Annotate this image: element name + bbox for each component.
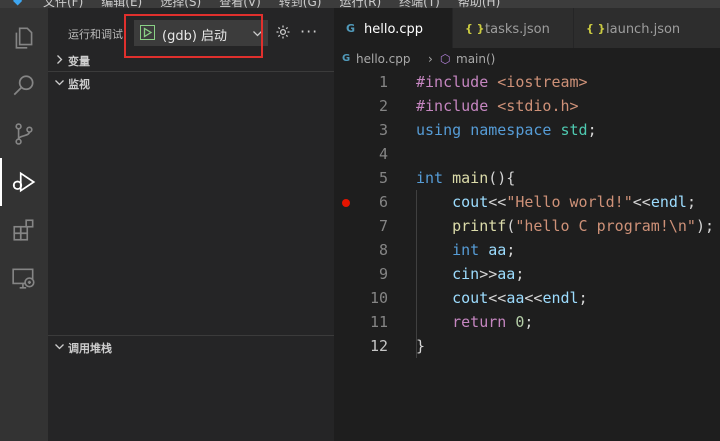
call-stack-section-header[interactable]: 调用堆栈 <box>48 335 334 358</box>
source-control-icon[interactable] <box>0 110 48 158</box>
line-number: 4 <box>378 145 388 163</box>
code-text: int main(){ <box>416 169 516 187</box>
menu-items: 文件(F) 编辑(E) 选择(S) 查看(V) 转到(G) 运行(R) 终端(T… <box>43 0 500 8</box>
code-text: cin>>aa; <box>452 265 525 283</box>
breadcrumb-separator-icon: › <box>428 52 433 66</box>
watch-section-label: 监视 <box>68 78 90 91</box>
json-file-icon: { } <box>586 22 606 35</box>
line-number: 10 <box>369 289 388 307</box>
search-icon[interactable] <box>0 62 48 110</box>
code-text: #include <stdio.h> <box>416 97 579 115</box>
explorer-icon[interactable] <box>0 14 48 62</box>
code-text: printf("hello C program!\n"); <box>452 217 715 235</box>
code-line: 4 <box>334 142 720 166</box>
tab-label: launch.json <box>606 22 681 37</box>
more-actions-icon[interactable]: ··· <box>300 22 318 41</box>
activity-bar <box>0 8 48 441</box>
code-line: 10 cout<<aa<<endl; <box>334 286 720 310</box>
editor-area: G hello.cpp { } tasks.json { } launch.js… <box>334 8 720 441</box>
code-line: 11 return 0; <box>334 310 720 334</box>
line-number: 7 <box>378 217 388 235</box>
code-line: 2 #include <stdio.h> <box>334 94 720 118</box>
code-line: 1 #include <iostream> <box>334 70 720 94</box>
line-number: 5 <box>378 169 388 187</box>
menu-terminal[interactable]: 终端(T) <box>399 0 440 8</box>
breadcrumb: G hello.cpp › ⬡ main() <box>334 48 720 70</box>
method-icon: ⬡ <box>440 52 451 66</box>
menu-selection[interactable]: 选择(S) <box>160 0 201 8</box>
code-line: 9 cin>>aa; <box>334 262 720 286</box>
code-line: 7 printf("hello C program!\n"); <box>334 214 720 238</box>
gear-icon[interactable] <box>275 24 291 40</box>
highlight-box <box>124 14 263 58</box>
call-stack-section-label: 调用堆栈 <box>68 342 112 355</box>
chevron-right-icon <box>57 55 63 64</box>
line-number: 1 <box>378 73 388 91</box>
breadcrumb-symbol[interactable]: main() <box>456 52 495 66</box>
line-number: 9 <box>378 265 388 283</box>
run-and-debug-icon[interactable] <box>0 158 48 206</box>
editor-tabs: G hello.cpp { } tasks.json { } launch.js… <box>334 8 720 48</box>
code-text: int aa; <box>452 241 516 259</box>
code-text: } <box>416 337 426 355</box>
line-number: 2 <box>378 97 388 115</box>
breadcrumb-file[interactable]: hello.cpp <box>356 52 410 66</box>
menu-run[interactable]: 运行(R) <box>339 0 381 8</box>
tab-tasks-json[interactable]: { } tasks.json <box>453 8 574 48</box>
line-number: 3 <box>378 121 388 139</box>
menu-help[interactable]: 帮助(H) <box>458 0 500 8</box>
sidebar-title: 运行和调试 <box>68 28 123 41</box>
vscode-logo-icon: ◆ <box>13 0 23 7</box>
run-and-debug-sidebar: 运行和调试 (gdb) 启动 ··· 变量 监视 调用堆栈 <box>48 8 334 441</box>
code-line: 8 int aa; <box>334 238 720 262</box>
tab-label: hello.cpp <box>364 22 423 37</box>
cpp-file-icon: G <box>342 53 351 64</box>
code-line: 3 using namespace std; <box>334 118 720 142</box>
variables-section-label: 变量 <box>68 55 90 68</box>
chevron-down-icon <box>55 344 64 350</box>
code-text: cout<<"Hello world!"<<endl; <box>452 193 696 211</box>
menu-file[interactable]: 文件(F) <box>43 0 83 8</box>
breakpoint-icon[interactable] <box>342 199 350 207</box>
menu-go[interactable]: 转到(G) <box>279 0 322 8</box>
tab-label: tasks.json <box>485 22 550 37</box>
tab-hello-cpp[interactable]: G hello.cpp <box>334 8 453 48</box>
tab-launch-json[interactable]: { } launch.json <box>574 8 720 48</box>
line-number: 11 <box>369 313 388 331</box>
menu-edit[interactable]: 编辑(E) <box>101 0 142 8</box>
menu-view[interactable]: 查看(V) <box>219 0 261 8</box>
line-number: 6 <box>378 193 388 211</box>
code-text: using namespace std; <box>416 121 597 139</box>
code-line: 5 int main(){ <box>334 166 720 190</box>
code-line: 12 } <box>334 334 720 358</box>
menu-bar: ◆ 文件(F) 编辑(E) 选择(S) 查看(V) 转到(G) 运行(R) 终端… <box>0 0 720 8</box>
code-line: 6 cout<<"Hello world!"<<endl; <box>334 190 720 214</box>
line-number: 12 <box>369 337 388 355</box>
code-text: cout<<aa<<endl; <box>452 289 588 307</box>
code-text: #include <iostream> <box>416 73 588 91</box>
extensions-icon[interactable] <box>0 206 48 254</box>
json-file-icon: { } <box>465 22 485 35</box>
chevron-down-icon <box>55 80 64 86</box>
watch-section-header[interactable]: 监视 <box>48 71 334 94</box>
remote-explorer-icon[interactable] <box>0 254 48 302</box>
code-text: return 0; <box>452 313 534 331</box>
line-number: 8 <box>378 241 388 259</box>
cpp-file-icon: G <box>346 22 356 35</box>
